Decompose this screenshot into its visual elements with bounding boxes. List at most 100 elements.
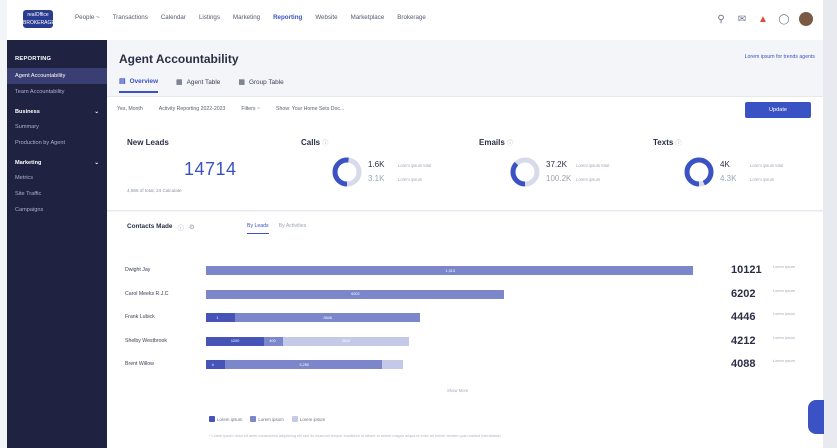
texts-title: Texts ⓘ xyxy=(653,138,828,147)
bar-total: 6202 xyxy=(731,287,756,300)
help-icon[interactable]: ◯ xyxy=(778,13,790,25)
bell-icon[interactable]: ▲ xyxy=(757,13,769,25)
info-icon[interactable]: ⓘ xyxy=(507,141,513,147)
chat-button[interactable] xyxy=(808,400,824,434)
sidebar-section-marketing[interactable]: Marketing ⌄ xyxy=(7,151,107,170)
nav-reporting[interactable]: Reporting xyxy=(273,14,302,21)
sidebar-item-team-accountability[interactable]: Team Accountability xyxy=(7,84,107,100)
tab-label: Overview xyxy=(129,77,159,85)
segment-value-label: 1 xyxy=(216,315,219,320)
sidebar-item-summary[interactable]: Summary xyxy=(7,119,107,135)
view-tabs: ▤ Overview ▦ Agent Table ▦ Group Table xyxy=(119,77,284,93)
bar-track[interactable]: 4 3,250 xyxy=(206,360,693,369)
logo-subtext: BROKERAGE xyxy=(23,20,55,26)
bar-track[interactable]: 1,313 xyxy=(206,266,693,275)
chart-tabs: By Leads By Activities xyxy=(247,223,306,234)
sidebar-item-site-traffic[interactable]: Site Traffic xyxy=(7,186,107,202)
legend-swatch xyxy=(209,416,215,422)
filter-filters[interactable]: Filters ~ xyxy=(241,106,260,112)
chart-tab-by-leads[interactable]: By Leads xyxy=(247,223,269,234)
texts-label-1: Lorem ipsum total xyxy=(750,163,784,168)
nav-marketing[interactable]: Marketing xyxy=(233,14,260,21)
table-icon: ▦ xyxy=(238,79,245,86)
settings-icon[interactable]: ⚙ xyxy=(189,223,195,232)
nav-brokerage[interactable]: Brokerage xyxy=(397,14,426,21)
filter-show[interactable]: Show: Your Home Sets Doc... xyxy=(276,106,344,112)
calls-label-2: Lorem ipsum xyxy=(398,177,423,182)
nav-listings[interactable]: Listings xyxy=(199,14,220,21)
bar-total: 10121 xyxy=(731,264,762,276)
chevron-down-icon: ⌄ xyxy=(94,109,99,115)
bar-total: 4212 xyxy=(731,334,756,347)
filter-period[interactable]: Yes, Month xyxy=(117,106,143,112)
legend-label: Lorem ipsum xyxy=(258,416,284,422)
bar-segment[interactable]: 3,250 xyxy=(225,360,382,369)
bar-segment[interactable]: 2612 xyxy=(282,336,409,346)
bar-segment[interactable]: 1 xyxy=(206,313,235,322)
bar-total-label: Lorem ipsum xyxy=(773,288,795,293)
nav-people[interactable]: People ~ xyxy=(75,14,100,21)
bar-segment[interactable] xyxy=(381,360,403,369)
bar-segment[interactable]: 3846 xyxy=(234,313,420,322)
info-icon[interactable]: ⓘ xyxy=(676,141,682,147)
emails-title: Emails ⓘ xyxy=(479,138,654,147)
sidebar-item-metrics[interactable]: Metrics xyxy=(7,170,107,186)
top-navigation-bar: realOffice BROKERAGE People ~ Transactio… xyxy=(7,0,823,41)
calls-value-1: 1.6K xyxy=(368,160,385,169)
new-leads-subtext: 4,565 of total, 24 Calculate xyxy=(127,188,182,193)
calls-card: Calls ⓘ 1.6K Lorem ipsum total 3.1K Lore… xyxy=(301,138,476,208)
legend-item[interactable]: Lorem ipsum xyxy=(291,416,325,422)
legend-item[interactable]: Lorem ipsum xyxy=(250,416,284,422)
emails-card: Emails ⓘ 37.2K Lorem ipsum total 100.2K … xyxy=(479,138,654,208)
nav-marketplace[interactable]: Marketplace xyxy=(351,14,385,21)
texts-title-text: Texts xyxy=(653,138,674,147)
sidebar-section-business[interactable]: Business ⌄ xyxy=(7,100,107,119)
avatar[interactable] xyxy=(799,12,813,26)
show-more-link[interactable]: Show More xyxy=(447,388,468,393)
nav-website[interactable]: Website xyxy=(315,14,337,21)
bar-total-label: Lorem ipsum xyxy=(773,359,795,363)
sidebar-item-agent-accountability[interactable]: Agent Accountability xyxy=(7,68,107,84)
logo-text: realOffice xyxy=(27,12,49,18)
emails-donut xyxy=(510,157,540,187)
update-button[interactable]: Update xyxy=(745,102,811,118)
tab-group-table[interactable]: ▦ Group Table xyxy=(238,77,283,93)
search-icon[interactable]: ⚲ xyxy=(715,13,727,25)
bar-segment[interactable]: 400 xyxy=(263,336,283,346)
texts-value-1: 4K xyxy=(720,160,730,169)
emails-value-1: 37.2K xyxy=(546,160,567,169)
sidebar-item-campaigns[interactable]: Campaigns xyxy=(7,202,107,218)
inbox-icon[interactable]: ✉ xyxy=(736,13,748,25)
info-icon[interactable]: ⓘ xyxy=(322,141,328,147)
bar-segment[interactable]: 1,313 xyxy=(206,266,693,275)
bar-track[interactable]: 1200 400 2612 xyxy=(206,336,693,346)
tab-overview[interactable]: ▤ Overview xyxy=(119,77,159,93)
segment-value-label: 3846 xyxy=(323,315,332,320)
segment-value-label: 1,313 xyxy=(445,268,456,273)
calls-title-text: Calls xyxy=(301,138,321,147)
nav-transactions[interactable]: Transactions xyxy=(113,14,148,21)
info-icon[interactable]: ⓘ xyxy=(177,223,183,232)
bar-segment[interactable]: 1200 xyxy=(206,336,264,346)
filter-range[interactable]: Activity Reporting 2022-2023 xyxy=(159,106,226,112)
bar-segment[interactable]: 4 xyxy=(206,360,226,369)
bar-track[interactable]: 6202 xyxy=(206,289,693,299)
sidebar-item-production[interactable]: Production by Agent xyxy=(7,135,107,151)
chart-legend: Lorem ipsum Lorem ipsum Lorem ipsum xyxy=(209,416,325,422)
top-right-link[interactable]: Lorem ipsum for trends agents xyxy=(745,54,815,60)
summary-cards: New Leads 14714 4,565 of total, 24 Calcu… xyxy=(107,122,823,211)
bar-segment[interactable]: 6202 xyxy=(206,289,505,299)
contacts-chart-card: Contacts Made ⓘ ⚙ By Leads By Activities… xyxy=(107,212,823,448)
nav-calendar[interactable]: Calendar xyxy=(161,14,186,21)
texts-label-2: Lorem ipsum xyxy=(750,177,775,182)
chevron-down-icon: ⌄ xyxy=(94,160,99,166)
new-leads-title: New Leads xyxy=(127,138,169,147)
texts-value-2: 4.3K xyxy=(720,174,737,183)
bar-label: Frank Lubick xyxy=(125,314,155,320)
bar-track[interactable]: 1 3846 xyxy=(206,313,693,322)
brand-logo[interactable]: realOffice BROKERAGE xyxy=(23,10,55,28)
legend-item[interactable]: Lorem ipsum xyxy=(209,416,242,422)
tab-agent-table[interactable]: ▦ Agent Table xyxy=(176,77,220,93)
chart-tab-by-activities[interactable]: By Activities xyxy=(279,223,307,234)
segment-value-label: 2612 xyxy=(341,339,351,343)
